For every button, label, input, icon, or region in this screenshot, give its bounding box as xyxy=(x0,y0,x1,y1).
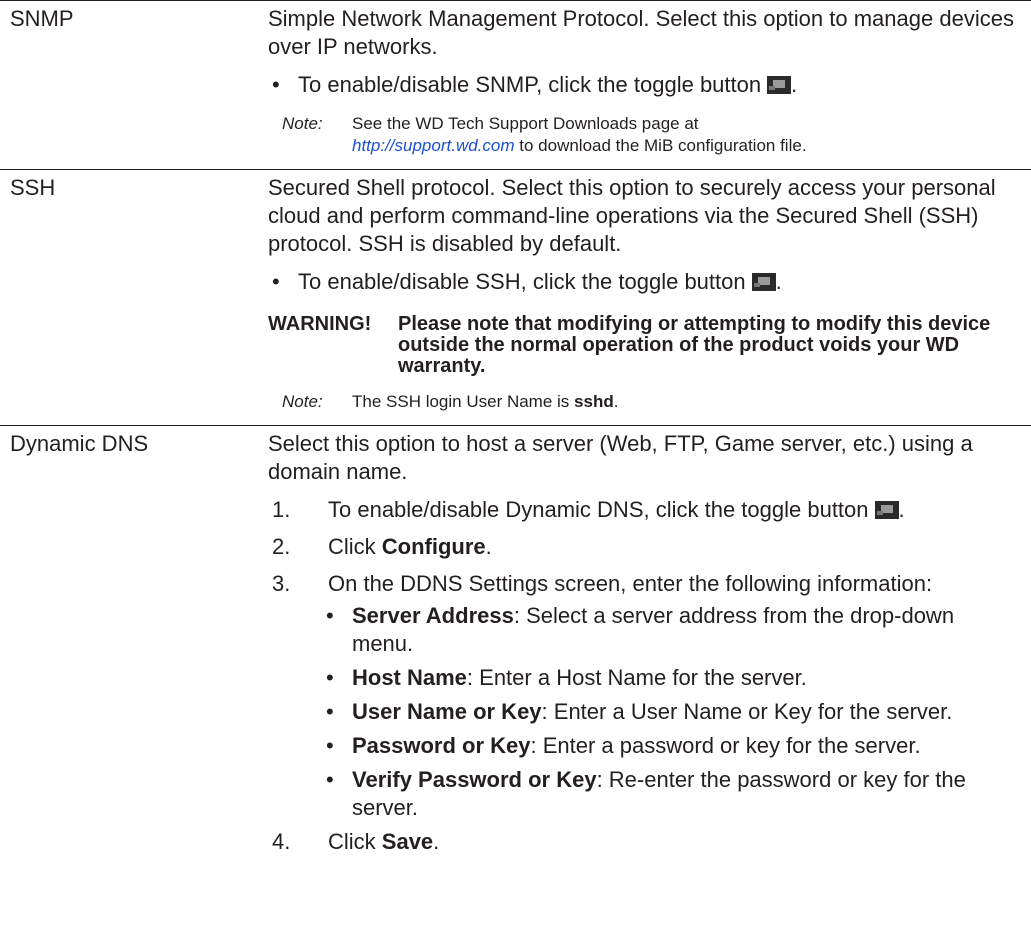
row-body-snmp: Simple Network Management Protocol. Sele… xyxy=(268,1,1031,169)
step-number: 4. xyxy=(272,829,291,854)
list-item: • Server Address: Select a server addres… xyxy=(324,602,1019,658)
settings-table: SNMP Simple Network Management Protocol.… xyxy=(0,0,1031,865)
row-body-ssh: Secured Shell protocol. Select this opti… xyxy=(268,170,1031,425)
field-item-text: User Name or Key: Enter a User Name or K… xyxy=(352,699,953,724)
ssh-note-text: The SSH login User Name is sshd. xyxy=(352,392,619,411)
row-label-ssh: SSH xyxy=(10,175,56,200)
step-number: 2. xyxy=(272,534,291,559)
ddns-step-4: 4. Click Save. xyxy=(268,828,1019,856)
bullet-dot: • xyxy=(326,699,334,724)
snmp-bullet-text: To enable/disable SNMP, click the toggle… xyxy=(298,72,798,97)
list-item: • Verify Password or Key: Re-enter the p… xyxy=(324,766,1019,822)
step-text: Click Configure. xyxy=(328,534,492,559)
bullet-dot: • xyxy=(272,72,280,97)
field-item-text: Password or Key: Enter a password or key… xyxy=(352,733,921,758)
ssh-warning: WARNING! Please note that modifying or a… xyxy=(268,314,1019,377)
list-item: • Host Name: Enter a Host Name for the s… xyxy=(324,664,1019,692)
row-body-ddns: Select this option to host a server (Web… xyxy=(268,426,1031,865)
ssh-bullet: • To enable/disable SSH, click the toggl… xyxy=(268,268,1019,296)
snmp-description: Simple Network Management Protocol. Sele… xyxy=(268,6,1014,59)
ddns-step-2: 2. Click Configure. xyxy=(268,533,1019,561)
ssh-description: Secured Shell protocol. Select this opti… xyxy=(268,175,996,256)
ddns-step-1: 1. To enable/disable Dynamic DNS, click … xyxy=(268,496,1019,524)
table-row-snmp: SNMP Simple Network Management Protocol.… xyxy=(0,0,1031,169)
toggle-button-icon xyxy=(767,76,792,94)
bullet-dot: • xyxy=(326,733,334,758)
table-row-ssh: SSH Secured Shell protocol. Select this … xyxy=(0,169,1031,425)
step-text: To enable/disable Dynamic DNS, click the… xyxy=(328,497,905,522)
toggle-button-icon xyxy=(874,501,899,519)
note-label: Note: xyxy=(282,114,323,133)
row-label-ddns: Dynamic DNS xyxy=(10,431,149,456)
toggle-button-icon xyxy=(751,273,776,291)
support-link[interactable]: http://support.wd.com xyxy=(352,136,515,155)
row-label-snmp: SNMP xyxy=(10,6,74,31)
list-item: • User Name or Key: Enter a User Name or… xyxy=(324,698,1019,726)
warning-text: Please note that modifying or attempting… xyxy=(398,313,991,377)
snmp-note-text: See the WD Tech Support Downloads page a… xyxy=(352,114,807,155)
bullet-dot: • xyxy=(326,603,334,628)
step-text: Click Save. xyxy=(328,829,440,854)
snmp-bullet: • To enable/disable SNMP, click the togg… xyxy=(268,71,1019,99)
bullet-dot: • xyxy=(326,665,334,690)
step-number: 3. xyxy=(272,571,291,596)
snmp-note: Note: See the WD Tech Support Downloads … xyxy=(282,113,1019,157)
ssh-note: Note: The SSH login User Name is sshd. xyxy=(282,391,1019,413)
ddns-step-3: 3. On the DDNS Settings screen, enter th… xyxy=(268,570,1019,598)
table-row-ddns: Dynamic DNS Select this option to host a… xyxy=(0,425,1031,865)
step-text: On the DDNS Settings screen, enter the f… xyxy=(328,571,933,596)
note-label: Note: xyxy=(282,392,323,411)
field-item-text: Verify Password or Key: Re-enter the pas… xyxy=(352,767,966,820)
field-item-text: Server Address: Select a server address … xyxy=(352,603,955,656)
field-item-text: Host Name: Enter a Host Name for the ser… xyxy=(352,665,807,690)
list-item: • Password or Key: Enter a password or k… xyxy=(324,732,1019,760)
step-number: 1. xyxy=(272,497,291,522)
warning-label: WARNING! xyxy=(268,313,372,335)
ddns-fields-list: • Server Address: Select a server addres… xyxy=(268,602,1019,822)
bullet-dot: • xyxy=(326,767,334,792)
ssh-bullet-text: To enable/disable SSH, click the toggle … xyxy=(298,269,782,294)
ddns-description: Select this option to host a server (Web… xyxy=(268,431,973,484)
bullet-dot: • xyxy=(272,269,280,294)
